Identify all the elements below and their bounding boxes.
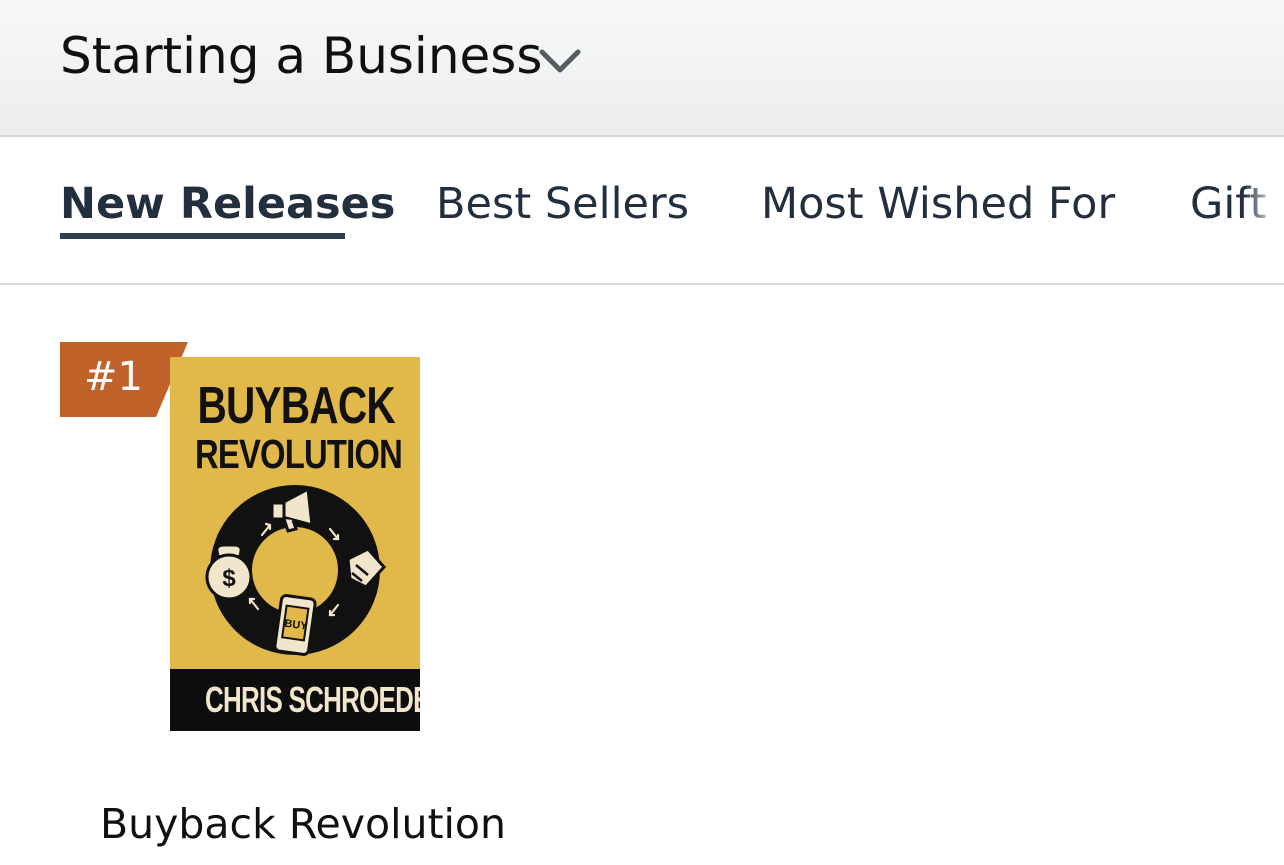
tab-most-wished-for[interactable]: Most Wished For	[761, 177, 1115, 231]
cover-cycle-illustration: $ BUY	[205, 485, 387, 656]
svg-text:$: $	[222, 565, 236, 592]
cover-title-line2: REVOLUTION	[195, 431, 403, 477]
tab-new-releases[interactable]: New Releases	[60, 177, 395, 231]
cover-author: CHRIS SCHROEDER	[205, 679, 420, 720]
category-title[interactable]: Starting a Business	[60, 26, 542, 86]
category-header: Starting a Business	[0, 0, 1284, 137]
rank-label: #1	[84, 354, 143, 400]
cover-author-band: CHRIS SCHROEDER	[170, 669, 420, 731]
product-title-link[interactable]: Buyback Revolution	[100, 798, 506, 850]
tabs-bar: New Releases Best Sellers Most Wished Fo…	[0, 137, 1284, 285]
cover-title-line1: BUYBACK	[197, 377, 396, 435]
book-cover-image[interactable]: BUYBACK REVOLUTION $ BUY CHRIS SCHROED	[170, 357, 420, 731]
active-tab-indicator	[60, 233, 345, 239]
tabs-fade-overlay	[1244, 137, 1284, 283]
tab-best-sellers[interactable]: Best Sellers	[436, 177, 689, 231]
phone-icon: BUY	[273, 594, 317, 656]
chevron-down-icon[interactable]	[538, 42, 582, 78]
